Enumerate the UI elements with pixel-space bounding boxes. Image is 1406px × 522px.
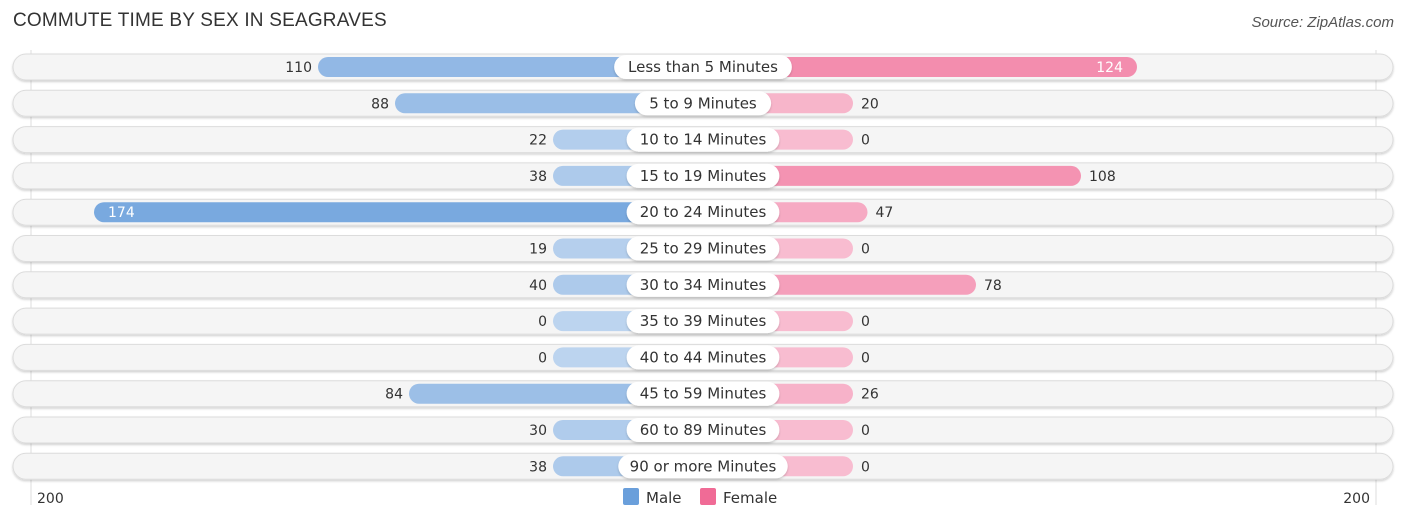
male-value-label: 40 xyxy=(529,278,547,294)
axis-label-right: 200 xyxy=(1343,491,1370,507)
male-value-label: 84 xyxy=(385,387,403,403)
male-value-label: 0 xyxy=(538,314,547,330)
category-label: 35 to 39 Minutes xyxy=(640,312,767,330)
male-bar xyxy=(94,202,703,223)
female-value-label: 0 xyxy=(861,350,870,366)
female-value-label: 0 xyxy=(861,459,870,475)
male-value-label: 22 xyxy=(529,133,547,149)
male-value-label: 38 xyxy=(529,459,547,475)
female-value-label: 0 xyxy=(861,133,870,149)
category-label: 60 to 89 Minutes xyxy=(640,421,767,439)
category-label: 20 to 24 Minutes xyxy=(640,203,767,221)
female-value-label: 26 xyxy=(861,387,879,403)
female-value-label: 47 xyxy=(876,205,894,221)
category-label: 25 to 29 Minutes xyxy=(640,240,767,258)
male-value-label: 30 xyxy=(529,423,547,439)
legend-label-male: Male xyxy=(646,489,682,507)
category-label: 15 to 19 Minutes xyxy=(640,167,767,185)
legend-swatch-male xyxy=(623,488,639,505)
female-value-label: 108 xyxy=(1089,169,1116,185)
female-value-label: 0 xyxy=(861,423,870,439)
category-label: 90 or more Minutes xyxy=(630,457,777,475)
female-value-label: 78 xyxy=(984,278,1002,294)
female-value-label: 20 xyxy=(861,96,879,112)
male-value-label: 19 xyxy=(529,242,547,258)
category-label: 40 to 44 Minutes xyxy=(640,348,767,366)
axis-label-left: 200 xyxy=(37,491,64,507)
female-value-label: 0 xyxy=(861,314,870,330)
category-label: Less than 5 Minutes xyxy=(628,58,778,76)
category-label: 10 to 14 Minutes xyxy=(640,131,767,149)
category-label: 45 to 59 Minutes xyxy=(640,385,767,403)
category-label: 5 to 9 Minutes xyxy=(649,94,757,112)
legend-label-female: Female xyxy=(723,489,777,507)
female-value-label: 124 xyxy=(1096,60,1123,76)
legend-swatch-female xyxy=(700,488,716,505)
male-value-label: 174 xyxy=(108,205,135,221)
chart-area: 110 124 Less than 5 Minutes 88 20 5 to 9 Minu… xyxy=(12,50,1394,507)
female-value-label: 0 xyxy=(861,242,870,258)
category-label: 30 to 34 Minutes xyxy=(640,276,767,294)
male-value-label: 110 xyxy=(285,60,312,76)
male-value-label: 88 xyxy=(371,96,389,112)
male-value-label: 0 xyxy=(538,350,547,366)
male-value-label: 38 xyxy=(529,169,547,185)
